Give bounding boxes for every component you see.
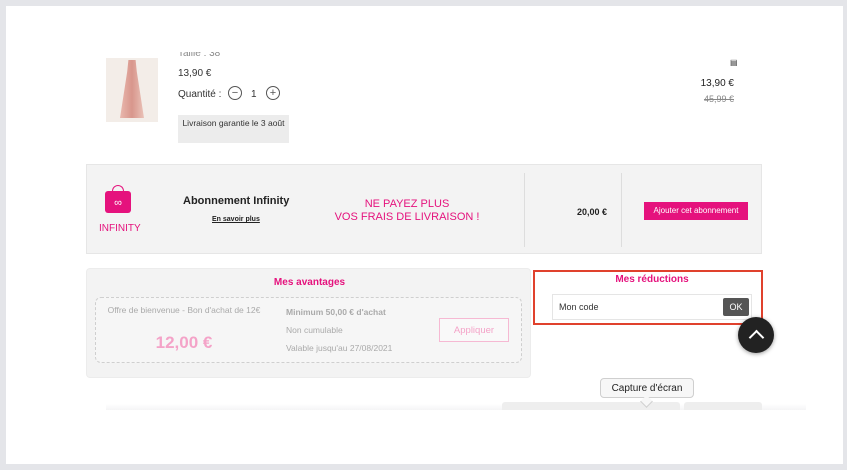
- chevron-up-icon: [748, 329, 765, 346]
- voucher-amount: 12,00 €: [155, 333, 213, 352]
- divider: [621, 173, 622, 247]
- quantity-label: Quantité :: [178, 89, 222, 100]
- advantages-title: Mes avantages: [273, 277, 346, 288]
- product-old-price: 45,99 €: [703, 94, 734, 104]
- promo-code-field: OK: [552, 294, 752, 320]
- promo-code-ok-button[interactable]: OK: [723, 298, 749, 316]
- product-total-price: 13,90 €: [700, 78, 734, 89]
- infinity-subscription-banner: ∞ INFINITY Abonnement Infinity En savoir…: [86, 164, 762, 254]
- voucher-minimum: Minimum 50,00 € d'achat: [286, 307, 386, 317]
- quantity-decrease-button[interactable]: −: [228, 86, 242, 100]
- dress-illustration: [120, 60, 144, 118]
- divider: [524, 173, 525, 247]
- voucher-cumul: Non cumulable: [286, 325, 343, 335]
- voucher-description: Offre de bienvenue - Bon d'achat de 12€: [107, 305, 261, 315]
- delivery-badge: Livraison garantie le 3 août: [178, 115, 289, 143]
- browser-viewport: Taille : 38 13,90 € Quantité : − 1 + Liv…: [6, 6, 843, 464]
- infinity-logo-label: INFINITY: [99, 223, 141, 234]
- product-size: Taille : 38: [178, 52, 221, 58]
- add-subscription-button[interactable]: Ajouter cet abonnement: [644, 202, 748, 220]
- promo-code-input[interactable]: [559, 299, 709, 315]
- cart-page: Taille : 38 13,90 € Quantité : − 1 + Liv…: [48, 6, 800, 410]
- quantity-increase-button[interactable]: +: [266, 86, 280, 100]
- scroll-to-top-button[interactable]: [738, 317, 774, 353]
- infinity-price: 20,00 €: [577, 207, 608, 217]
- infinity-promo-line2: VOS FRAIS DE LIVRAISON !: [334, 211, 480, 223]
- voucher-validity: Valable jusqu'au 27/08/2021: [286, 343, 393, 353]
- infinity-learn-more-link[interactable]: En savoir plus: [212, 216, 260, 223]
- trash-icon[interactable]: ▤: [730, 58, 738, 67]
- advantages-panel: Mes avantages Offre de bienvenue - Bon d…: [86, 268, 531, 378]
- infinity-promo-line1: NE PAYEZ PLUS: [364, 198, 450, 210]
- quantity-value: 1: [251, 89, 257, 100]
- product-image[interactable]: [106, 58, 158, 122]
- infinity-title: Abonnement Infinity: [183, 195, 290, 207]
- voucher-card: Offre de bienvenue - Bon d'achat de 12€ …: [95, 297, 522, 363]
- reductions-title: Mes réductions: [615, 274, 689, 285]
- apply-voucher-button[interactable]: Appliquer: [439, 318, 509, 342]
- infinity-logo-icon: ∞: [105, 191, 131, 213]
- page-bottom-margin: [6, 410, 843, 464]
- product-unit-price: 13,90 €: [178, 68, 212, 79]
- infinity-promo: NE PAYEZ PLUS VOS FRAIS DE LIVRAISON !: [317, 198, 497, 224]
